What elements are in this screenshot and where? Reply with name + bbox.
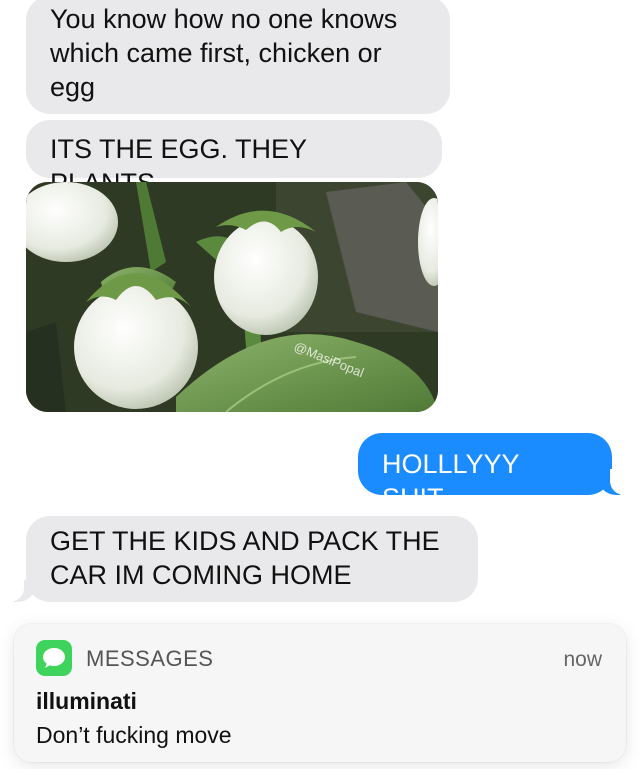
notification-banner[interactable]: MESSAGES now illuminati Don’t fucking mo… [14, 624, 626, 762]
message-text: which came first, chicken or [50, 38, 382, 68]
message-bubble-outgoing[interactable]: HOLLLYYY SHIT [358, 433, 612, 513]
messages-app-icon [36, 640, 72, 676]
message-bubble-incoming[interactable]: ITS THE EGG. THEY PLANTS [26, 120, 442, 198]
message-text: CAR IM COMING HOME [50, 560, 352, 590]
message-text: GET THE KIDS AND PACK THE [50, 526, 440, 556]
message-photo[interactable] [26, 182, 438, 412]
message-bubble-incoming[interactable]: You know how no one knows which came fir… [26, 0, 450, 114]
white-eggplant-photo [26, 182, 438, 412]
message-text: egg [50, 72, 96, 102]
bubble-tail-incoming [4, 576, 36, 602]
notification-app-name: MESSAGES [86, 646, 214, 671]
notification-body: Don’t fucking move [36, 722, 232, 748]
bubble-tail-outgoing [598, 469, 630, 495]
message-text: You know how no one knows [50, 4, 398, 34]
notification-time: now [563, 648, 602, 671]
message-bubble-incoming[interactable]: GET THE KIDS AND PACK THE CAR IM COMING … [26, 516, 478, 602]
message-text: HOLLLYYY SHIT [382, 449, 520, 513]
notification-sender: illuminati [36, 688, 137, 714]
